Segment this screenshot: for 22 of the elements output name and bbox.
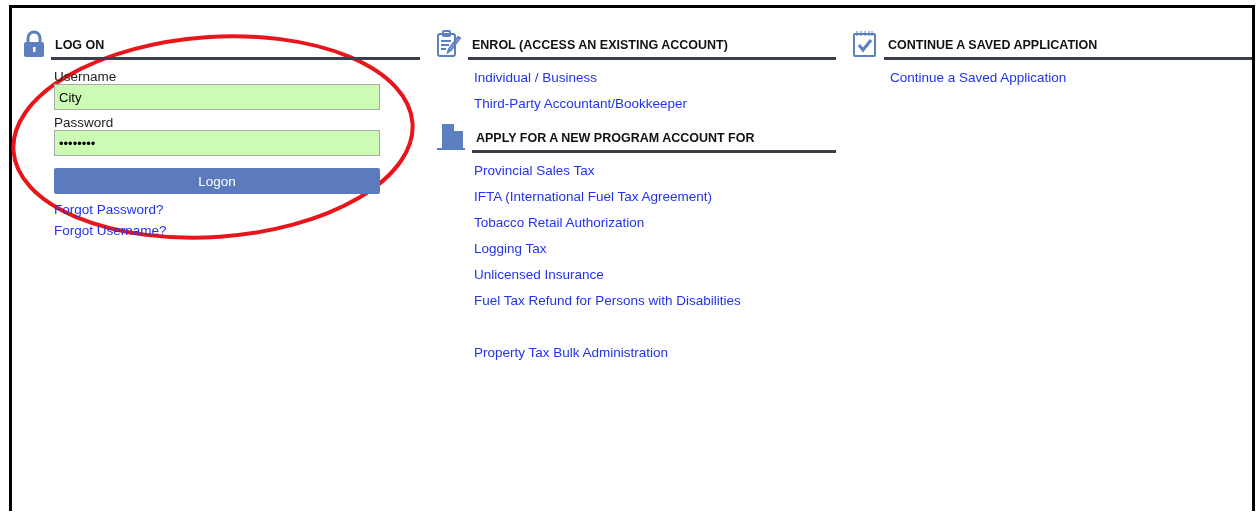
field-label: Password [54, 115, 115, 130]
logon-button[interactable]: Logon [54, 168, 380, 194]
link[interactable]: Individual / Business [474, 65, 598, 91]
link[interactable]: Third-Party Accountant/Bookkeeper [474, 91, 688, 117]
link[interactable]: Property Tax Bulk Administration [474, 340, 669, 366]
link[interactable]: IFTA (International Fuel Tax Agreement) [474, 184, 713, 210]
padlock-icon [23, 30, 45, 58]
section-heading: APPLY FOR A NEW PROGRAM ACCOUNT FOR [472, 131, 836, 153]
input-field[interactable]: City [54, 84, 380, 110]
link[interactable]: Fuel Tax Refund for Persons with Disabilities [474, 288, 741, 314]
building-icon [436, 123, 466, 151]
link[interactable]: Tobacco Retail Authorization [474, 210, 645, 236]
section-heading: CONTINUE A SAVED APPLICATION [884, 38, 1252, 60]
link[interactable]: Unlicensed Insurance [474, 262, 604, 288]
link[interactable]: Continue a Saved Application [890, 65, 1067, 91]
clipboard-pencil-icon [436, 30, 462, 58]
section-heading: ENROL (ACCESS AN EXISTING ACCOUNT) [468, 38, 836, 60]
checkbox-tick-icon [852, 30, 878, 58]
link[interactable]: Provincial Sales Tax [474, 158, 595, 184]
section-heading: LOG ON [51, 38, 420, 60]
link[interactable]: Logging Tax [474, 236, 547, 262]
input-field[interactable]: •••••••• [54, 130, 380, 156]
